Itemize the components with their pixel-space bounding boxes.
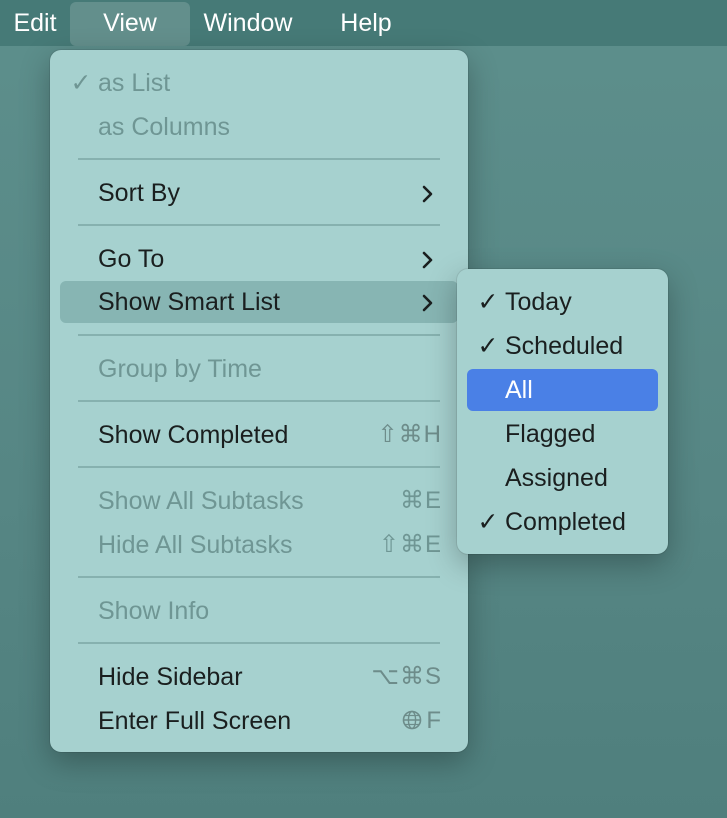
smart-list-submenu: ✓ Today ✓ Scheduled All Flagged Assigned…	[457, 269, 668, 554]
menu-item-show-smart-list[interactable]: Show Smart List	[60, 281, 458, 323]
menu-item-as-columns: as Columns	[60, 106, 458, 148]
submenu-item-scheduled[interactable]: ✓ Scheduled	[467, 325, 658, 367]
submenu-item-today[interactable]: ✓ Today	[467, 281, 658, 323]
keyboard-shortcut: ⇧⌘E	[378, 531, 442, 558]
checkmark-icon: ✓	[477, 332, 499, 360]
submenu-item-all[interactable]: All	[467, 369, 658, 411]
menu-item-show-completed[interactable]: Show Completed ⇧⌘H	[60, 414, 458, 456]
keyboard-shortcut: F	[402, 700, 442, 742]
menu-item-label: Show All Subtasks	[98, 487, 304, 515]
menu-item-label: Show Info	[98, 597, 210, 625]
menu-item-label: as List	[98, 69, 171, 97]
menu-item-show-all-subtasks: Show All Subtasks ⌘E	[60, 480, 458, 522]
menu-item-label: Sort By	[98, 179, 180, 207]
menu-item-label: Go To	[98, 245, 165, 273]
menu-edit[interactable]: Edit	[0, 0, 70, 46]
menu-item-hide-all-subtasks: Hide All Subtasks ⇧⌘E	[60, 524, 458, 566]
shortcut-key: F	[426, 707, 442, 734]
submenu-item-completed[interactable]: ✓ Completed	[467, 501, 658, 543]
menu-separator	[78, 334, 440, 336]
submenu-item-label: Flagged	[505, 420, 596, 448]
submenu-item-label: All	[505, 376, 533, 404]
menu-separator	[78, 224, 440, 226]
globe-icon	[403, 710, 422, 730]
menu-item-label: as Columns	[98, 113, 230, 141]
menu-item-group-by-time: Group by Time	[60, 348, 458, 390]
submenu-item-label: Today	[505, 288, 572, 316]
menu-item-hide-sidebar[interactable]: Hide Sidebar ⌥⌘S	[60, 656, 458, 698]
menu-bar: Edit View Window Help	[0, 0, 727, 46]
menu-separator	[78, 400, 440, 402]
submenu-item-label: Assigned	[505, 464, 608, 492]
menu-separator	[78, 642, 440, 644]
chevron-right-icon	[418, 281, 438, 323]
checkmark-icon: ✓	[477, 508, 499, 536]
checkmark-icon: ✓	[477, 288, 499, 316]
chevron-right-icon	[418, 238, 438, 280]
menu-item-label: Hide All Subtasks	[98, 531, 293, 559]
keyboard-shortcut: ⌘E	[399, 487, 442, 514]
menu-window[interactable]: Window	[192, 0, 304, 46]
menu-item-label: Group by Time	[98, 355, 262, 383]
menu-item-show-info: Show Info	[60, 590, 458, 632]
submenu-item-label: Scheduled	[505, 332, 624, 360]
submenu-item-label: Completed	[505, 508, 626, 536]
menu-view[interactable]: View	[70, 2, 190, 46]
menu-item-label: Show Completed	[98, 421, 289, 449]
menu-item-sort-by[interactable]: Sort By	[60, 172, 458, 214]
checkmark-icon: ✓	[70, 69, 92, 97]
view-menu: ✓ as List as Columns Sort By Go To Show …	[50, 50, 468, 752]
menu-separator	[78, 158, 440, 160]
keyboard-shortcut: ⌥⌘S	[371, 663, 442, 690]
menu-item-label: Hide Sidebar	[98, 663, 243, 691]
chevron-right-icon	[418, 172, 438, 214]
menu-item-label: Enter Full Screen	[98, 707, 292, 735]
menu-item-label: Show Smart List	[98, 288, 281, 316]
menu-item-enter-full-screen[interactable]: Enter Full Screen F	[60, 700, 458, 742]
submenu-item-flagged[interactable]: Flagged	[467, 413, 658, 455]
menu-item-go-to[interactable]: Go To	[60, 238, 458, 280]
submenu-item-assigned[interactable]: Assigned	[467, 457, 658, 499]
menu-separator	[78, 466, 440, 468]
menu-separator	[78, 576, 440, 578]
menu-item-as-list: ✓ as List	[60, 62, 458, 104]
keyboard-shortcut: ⇧⌘H	[377, 421, 442, 448]
menu-help[interactable]: Help	[326, 0, 406, 46]
